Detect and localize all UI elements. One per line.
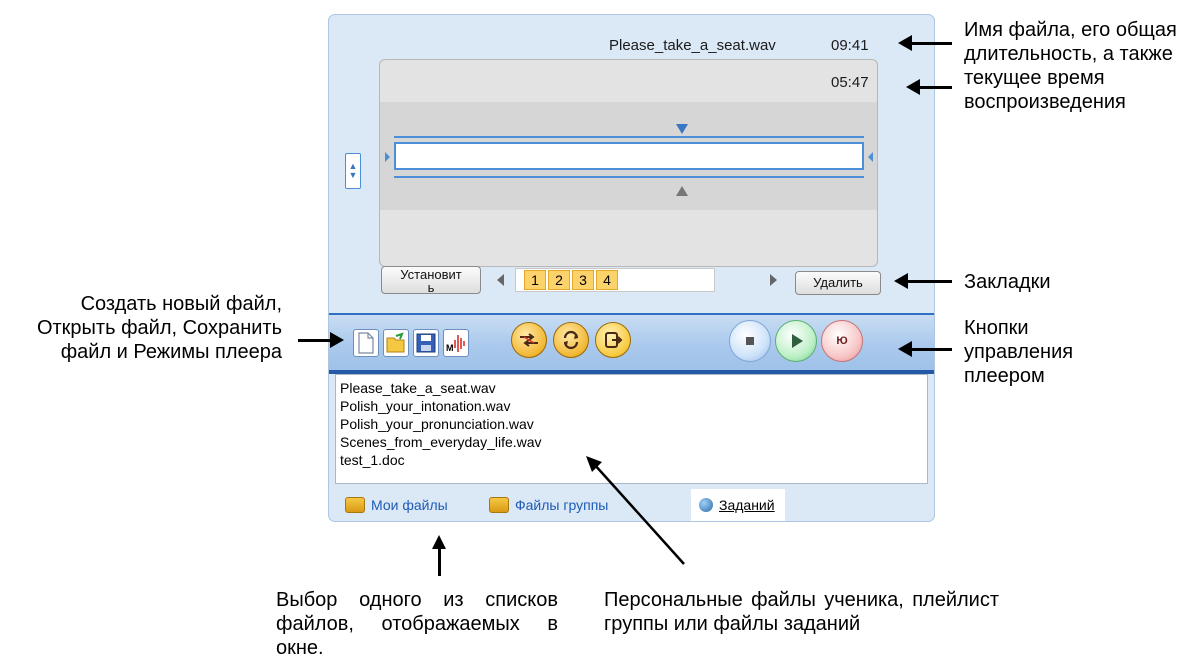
globe-icon [699,498,713,512]
arrow-left-icon [898,341,912,357]
open-file-icon[interactable] [383,329,409,357]
delete-bookmark-button[interactable]: Удалить [795,271,881,295]
save-file-icon[interactable] [413,329,439,357]
diagonal-arrow-icon [586,456,685,565]
list-item[interactable]: Polish_your_intonation.wav [340,397,923,415]
mode-icon[interactable]: М [443,329,469,357]
bookmark-1[interactable]: 1 [524,270,546,290]
arrow-up-icon [432,535,446,549]
arrow-left-icon [898,35,912,51]
bookmark-2[interactable]: 2 [548,270,570,290]
file-ops-note: Создать новый файл, Открыть файл, Сохран… [36,293,282,363]
exit-icon[interactable] [595,322,631,358]
bookmark-strip: 1 2 3 4 [515,268,715,292]
player-window: Please_take_a_seat.wav 09:41 ▲ ▼ 05:47 У… [328,14,935,522]
zoom-slider[interactable]: ▲ ▼ [345,153,361,189]
play-icon[interactable] [775,320,817,362]
arrow-left-icon [906,79,920,95]
group-folder-icon [489,497,509,513]
total-duration: 09:41 [831,37,869,54]
stop-icon[interactable] [729,320,771,362]
arrow-left-icon [894,273,908,289]
waveform-panel[interactable]: 05:47 [379,59,878,267]
start-marker-icon[interactable] [676,124,688,134]
arrow-right-icon [330,332,344,348]
record-label: Ю [836,335,848,347]
user-folder-icon [345,497,365,513]
repeat-icon[interactable] [553,322,589,358]
list-note: Персональные файлы ученика, плейлист гру… [604,589,999,635]
chevron-down-icon: ▼ [348,170,358,180]
mode-icon-label: М [446,343,454,353]
bookmark-prev-icon[interactable] [497,274,504,286]
record-icon[interactable]: Ю [821,320,863,362]
track-line-bottom [394,176,864,178]
bookmark-4[interactable]: 4 [596,270,618,290]
new-file-icon[interactable] [353,329,379,357]
bookmark-3[interactable]: 3 [572,270,594,290]
file-name: Please_take_a_seat.wav [609,37,776,54]
list-item[interactable]: Scenes_from_everyday_life.wav [340,433,923,451]
filename-note: Имя файла, его общая длительность, а так… [964,19,1177,113]
current-time: 05:47 [831,74,869,91]
bookmarks-note: Закладки [964,271,1051,293]
list-item[interactable]: Polish_your_pronunciation.wav [340,415,923,433]
right-bound-icon[interactable] [868,152,873,162]
controls-note: Кнопки управления плеером [964,317,1074,387]
end-marker-icon[interactable] [676,186,688,196]
list-item[interactable]: Please_take_a_seat.wav [340,379,923,397]
tabs-note: Выбор одного из списков файлов, отобража… [276,589,558,659]
tab-assignments[interactable]: Заданий [691,489,785,521]
shuffle-icon[interactable] [511,322,547,358]
bookmark-next-icon[interactable] [770,274,777,286]
track-line-top [394,136,864,138]
set-bookmark-button[interactable]: Установит ь [381,266,481,294]
left-bound-icon[interactable] [385,152,390,162]
tab-my-files[interactable]: Мои файлы [345,491,448,519]
player-toolbar: М Ю [329,313,934,373]
waveform-display[interactable] [394,142,864,170]
